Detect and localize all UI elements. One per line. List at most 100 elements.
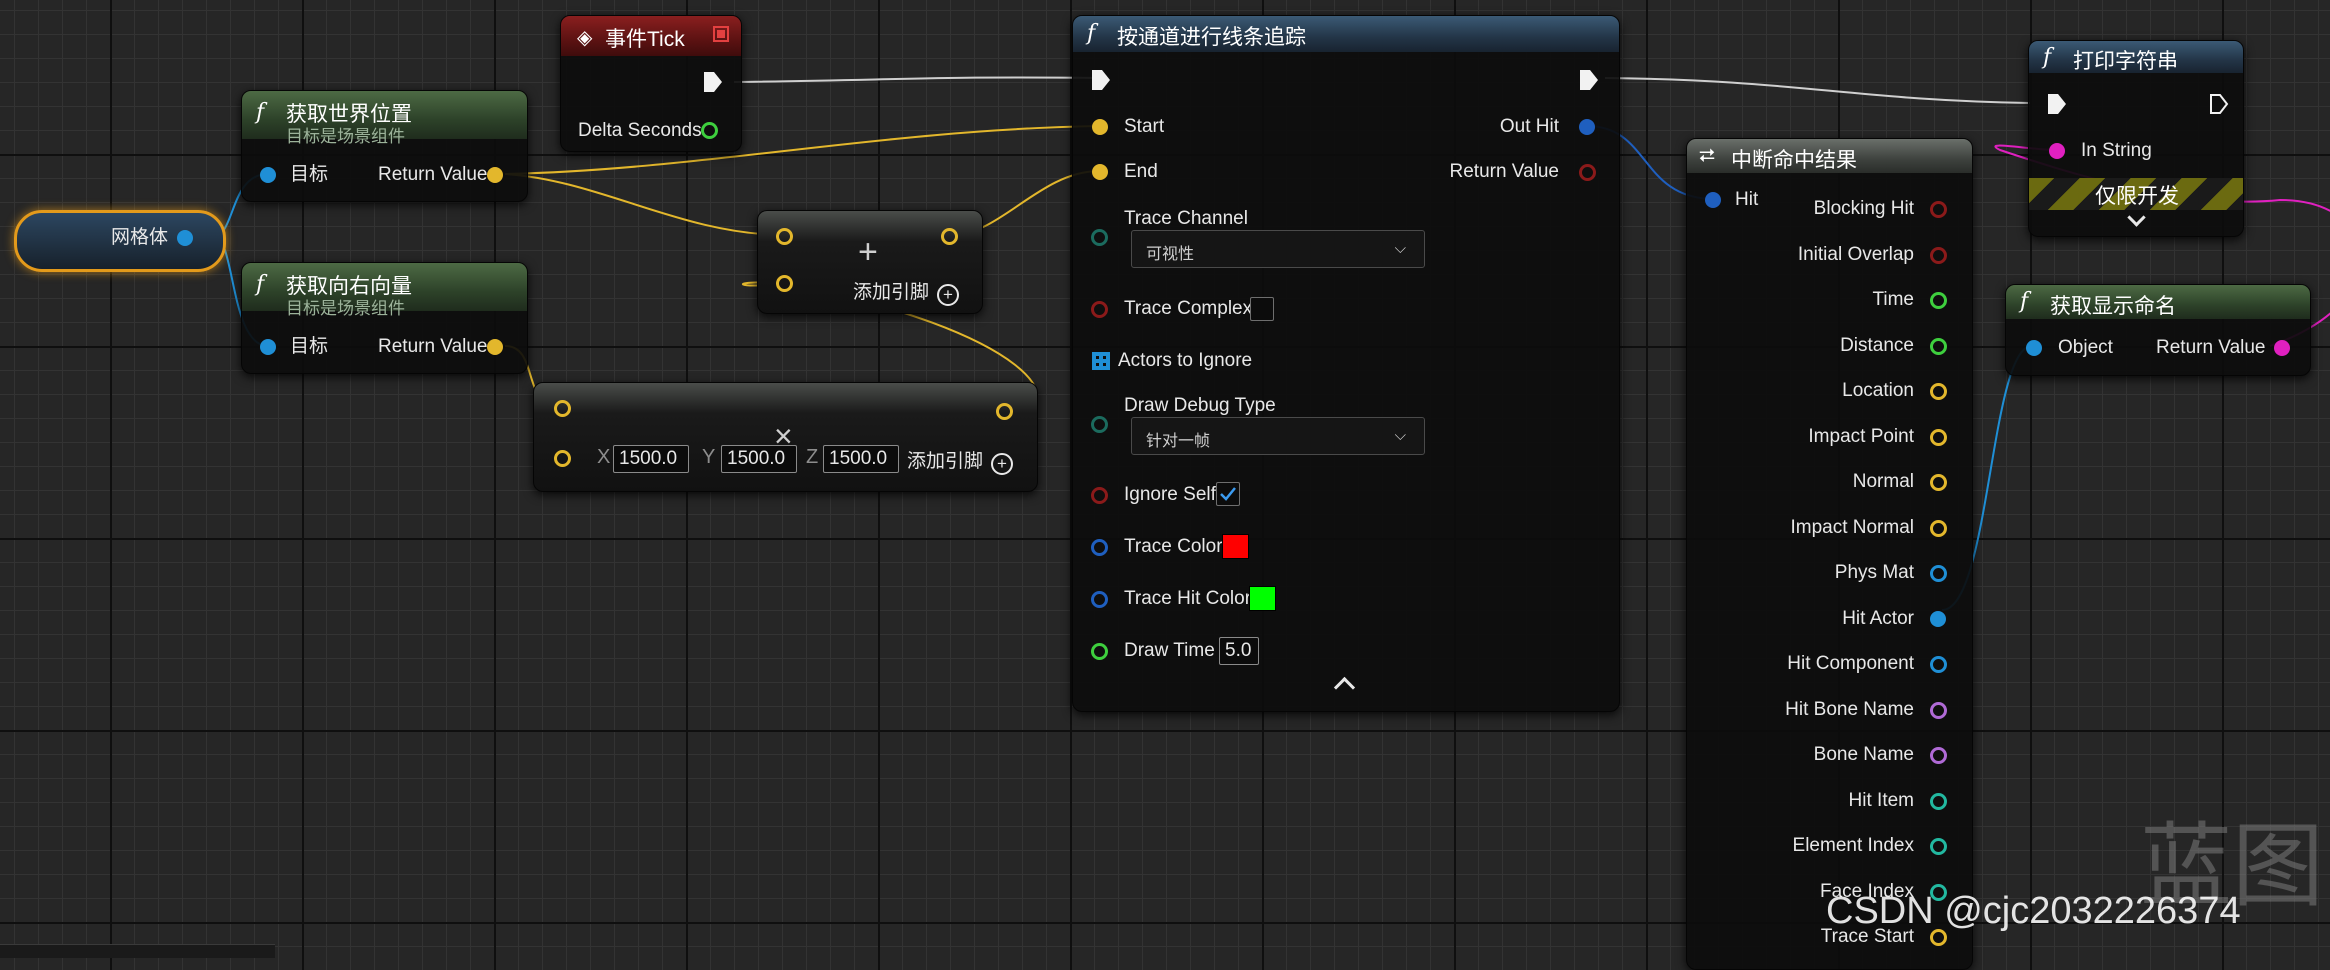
delta-seconds-pin[interactable] — [701, 122, 718, 139]
trace-channel-value: 可视性 — [1146, 246, 1195, 263]
break-hit-output-pin[interactable] — [1930, 246, 1947, 264]
trace-channel-pin[interactable] — [1091, 229, 1108, 246]
trace-channel-label: Trace Channel — [1124, 208, 1248, 229]
trace-color-swatch[interactable] — [1222, 534, 1249, 559]
actors-to-ignore-label: Actors to Ignore — [1118, 350, 1253, 371]
multiply-input-a-pin[interactable] — [554, 400, 571, 417]
get-world-location-subtitle: 目标是场景组件 — [286, 127, 405, 146]
start-pin[interactable] — [1092, 119, 1108, 135]
draw-debug-type-dropdown[interactable]: 针对一帧 ⌵ — [1131, 417, 1425, 455]
draw-time-pin[interactable] — [1091, 643, 1108, 660]
break-hit-output-pin[interactable] — [1930, 292, 1947, 309]
world-location-target-pin[interactable] — [260, 167, 276, 183]
z-axis-label: Z — [806, 446, 819, 468]
y-value-input[interactable]: 1500.0 — [721, 445, 797, 473]
event-tick-node[interactable]: ◈ 事件Tick Delta Seconds — [560, 15, 742, 152]
break-hit-output-pin[interactable] — [1930, 337, 1947, 355]
break-hit-output-pin[interactable] — [1930, 428, 1947, 446]
break-hit-output-label: Hit Component — [1787, 653, 1914, 674]
break-hit-output-pin[interactable] — [1930, 383, 1947, 400]
collapse-chevron-up-icon[interactable] — [1333, 676, 1356, 699]
break-hit-output-label: Distance — [1840, 334, 1914, 356]
add-input-a-pin[interactable] — [776, 228, 793, 245]
delegate-pin-icon[interactable] — [713, 26, 729, 42]
draw-debug-type-pin[interactable] — [1091, 416, 1108, 433]
break-hit-output-pin[interactable] — [1930, 792, 1947, 810]
checkmark-icon — [1220, 487, 1236, 501]
line-trace-node[interactable]: f 按通道进行线条追踪 Start End Out Hit Return Val… — [1072, 15, 1620, 712]
array-grid-icon[interactable] — [1092, 352, 1110, 370]
function-icon: f — [1087, 21, 1096, 46]
break-hit-output-pin[interactable] — [1930, 656, 1947, 673]
function-icon: f — [256, 100, 265, 125]
in-string-pin[interactable] — [2049, 143, 2065, 159]
right-vector-target-label: 目标 — [290, 336, 329, 357]
trace-return-pin[interactable] — [1579, 164, 1596, 181]
break-struct-icon: ⮂ — [1699, 145, 1715, 167]
ignore-self-pin[interactable] — [1091, 487, 1108, 504]
trace-color-pin[interactable] — [1091, 539, 1108, 556]
function-icon: f — [2020, 289, 2029, 314]
add-output-pin[interactable] — [941, 228, 958, 245]
multiply-vector-node[interactable]: × X 1500.0 Y 1500.0 Z 1500.0 添加引脚 + — [533, 382, 1038, 492]
right-vector-return-pin[interactable] — [487, 339, 503, 355]
multiply-output-pin[interactable] — [996, 403, 1013, 420]
x-value-input[interactable]: 1500.0 — [613, 445, 689, 473]
chevron-down-icon: ⌵ — [1394, 427, 1406, 444]
get-world-location-node[interactable]: f 获取世界位置 目标是场景组件 目标 Return Value — [241, 90, 528, 202]
y-axis-label: Y — [702, 446, 716, 468]
get-display-name-node[interactable]: f 获取显示命名 Object Return Value — [2005, 284, 2311, 376]
break-hit-output-pin[interactable] — [1930, 565, 1947, 582]
break-hit-result-node[interactable]: ⮂ 中断命中结果 Hit Blocking Hit Initial Overlap… — [1686, 138, 1973, 970]
break-hit-output-label: Hit Item — [1848, 789, 1914, 811]
world-location-return-pin[interactable] — [487, 167, 503, 183]
multiply-input-b-pin[interactable] — [554, 450, 571, 467]
event-tick-title: 事件Tick — [605, 28, 685, 51]
break-hit-output-pin[interactable] — [1930, 610, 1946, 627]
break-hit-output-pin[interactable] — [1930, 474, 1947, 491]
trace-hit-color-swatch[interactable] — [1249, 586, 1276, 611]
z-value-input[interactable]: 1500.0 — [823, 445, 899, 473]
add-vector-node[interactable]: + 添加引脚 + — [757, 210, 983, 314]
multiply-add-pin-plus-icon: + — [991, 453, 1014, 475]
add-pin-label: 添加引脚 — [853, 282, 930, 303]
in-string-label: In String — [2081, 140, 2152, 161]
right-vector-return-label: Return Value — [378, 336, 488, 357]
break-hit-output-pin[interactable] — [1930, 838, 1947, 855]
multiply-add-pin-button[interactable]: 添加引脚 + — [907, 446, 1014, 475]
trace-hit-color-pin[interactable] — [1091, 591, 1108, 608]
draw-time-input[interactable]: 5.0 — [1219, 637, 1259, 665]
expand-chevron-down-icon[interactable] — [2127, 208, 2146, 227]
trace-complex-pin[interactable] — [1091, 301, 1108, 318]
development-only-banner: 仅限开发 — [2029, 178, 2243, 210]
trace-complex-checkbox[interactable] — [1250, 297, 1274, 321]
trace-complex-label: Trace Complex — [1124, 298, 1253, 319]
break-hit-output-pin[interactable] — [1930, 701, 1947, 719]
break-hit-output-pin[interactable] — [1930, 201, 1947, 218]
watermark-csdn: CSDN @cjc2032226374 — [1826, 890, 2241, 932]
display-name-return-pin[interactable] — [2274, 340, 2290, 356]
object-input-pin[interactable] — [2026, 340, 2042, 356]
right-vector-target-pin[interactable] — [260, 339, 276, 355]
trace-channel-dropdown[interactable]: 可视性 ⌵ — [1131, 230, 1425, 268]
break-hit-output-pin[interactable] — [1930, 747, 1947, 764]
add-pin-button[interactable]: 添加引脚 + — [853, 277, 960, 306]
add-input-b-pin[interactable] — [776, 275, 793, 292]
mesh-variable-node[interactable]: 网格体 — [14, 210, 226, 272]
break-hit-output-pin[interactable] — [1930, 519, 1947, 537]
mesh-output-pin[interactable] — [177, 230, 193, 246]
out-hit-pin[interactable] — [1579, 119, 1595, 135]
break-hit-output-label: Impact Point — [1808, 425, 1914, 447]
break-hit-output-label: Element Index — [1792, 835, 1914, 856]
add-pin-plus-icon: + — [937, 284, 960, 306]
break-hit-output-label: Hit Bone Name — [1785, 698, 1914, 720]
print-string-node[interactable]: f 打印字符串 In String 仅限开发 — [2028, 40, 2244, 237]
get-right-vector-node[interactable]: f 获取向右向量 目标是场景组件 目标 Return Value — [241, 262, 528, 374]
end-pin[interactable] — [1092, 164, 1108, 180]
draw-debug-type-value: 针对一帧 — [1146, 433, 1211, 450]
multiply-add-pin-label: 添加引脚 — [907, 451, 984, 472]
ignore-self-checkbox[interactable] — [1216, 482, 1240, 506]
world-location-return-label: Return Value — [378, 164, 488, 185]
get-display-name-header: f 获取显示命名 — [2006, 285, 2310, 319]
hit-input-pin[interactable] — [1705, 192, 1721, 208]
